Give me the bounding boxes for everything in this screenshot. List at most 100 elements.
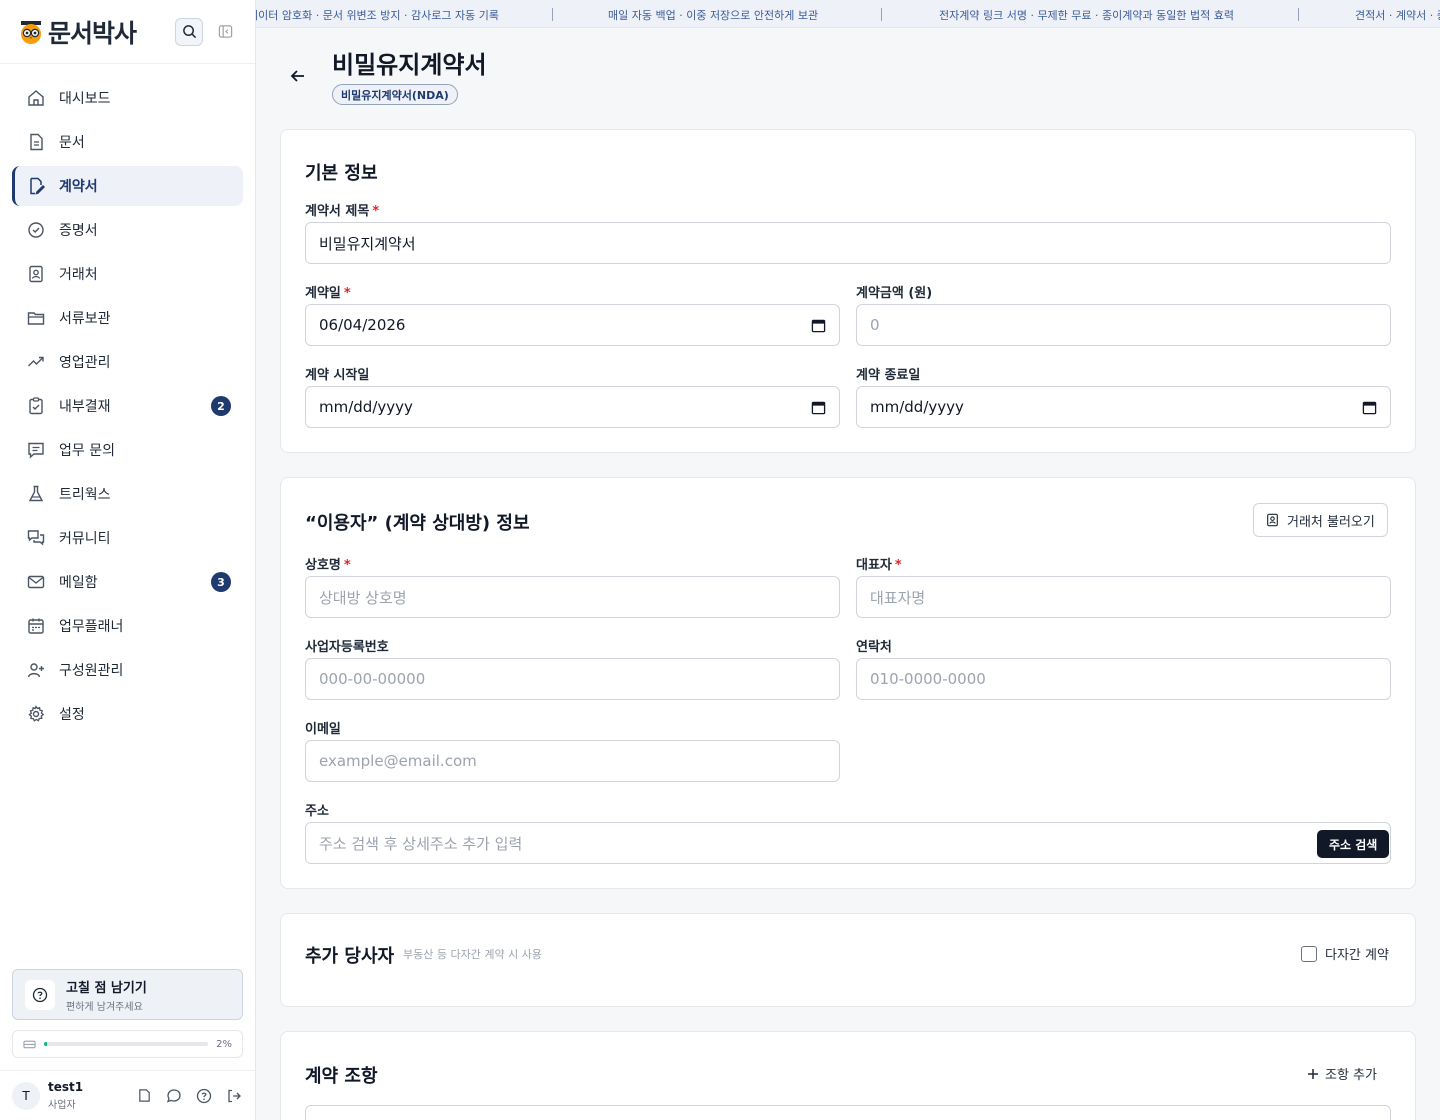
calendar-icon	[26, 616, 46, 636]
company-label: 상호명 *	[305, 558, 351, 573]
ticker-item: 견적서 · 계약서 · 증명서	[1355, 9, 1440, 22]
brand-name[interactable]: 문서박사	[48, 14, 137, 50]
address-search-button[interactable]: 주소 검색	[1317, 830, 1390, 858]
section-title: “이용자” (계약 상대방) 정보	[305, 513, 530, 534]
contact-book-icon	[1267, 513, 1278, 527]
search-button[interactable]	[175, 17, 203, 46]
sidebar-item-11[interactable]: 메일함 3	[12, 562, 243, 602]
contract-title-label: 계약서 제목 *	[305, 204, 380, 219]
sidebar-item-label: 문서	[59, 135, 85, 151]
help-icon[interactable]	[194, 1086, 214, 1106]
required-marker: *	[894, 558, 902, 573]
extra-parties-card: 추가 당사자 부동산 등 다자간 계약 시 사용 다자간 계약	[280, 913, 1416, 1007]
back-arrow-icon[interactable]	[286, 64, 310, 88]
section-title: 계약 조항	[305, 1066, 378, 1087]
sidebar-item-13[interactable]: 구성원관리	[12, 650, 243, 690]
folder-icon	[26, 308, 46, 328]
calendar-icon[interactable]	[811, 318, 826, 333]
ticker-divider	[881, 8, 882, 21]
basic-info-card: 기본 정보 계약서 제목 * 비밀유지계약서 계약일 * 06/04/2026 계약…	[280, 129, 1416, 453]
phone-label: 연락처	[856, 640, 892, 655]
logout-icon[interactable]	[224, 1086, 244, 1106]
section-title: 기본 정보	[305, 163, 378, 184]
multi-party-checkbox[interactable]	[1301, 945, 1317, 962]
calendar-icon[interactable]	[1362, 400, 1377, 415]
sidebar-item-0[interactable]: 대시보드	[12, 78, 243, 118]
ticker-item: 전자계약 링크 서명 · 무제한 무료 · 종이계약과 동일한 법적 효력	[939, 9, 1234, 22]
amount-label: 계약금액 (원)	[856, 286, 933, 301]
sidebar-item-label: 설정	[59, 707, 85, 723]
user-plus-icon	[26, 660, 46, 680]
mail-icon	[26, 572, 46, 592]
company-input[interactable]: 상대방 상호명	[305, 576, 840, 618]
contract-title-input[interactable]: 비밀유지계약서	[305, 222, 1391, 264]
sidebar-item-label: 대시보드	[59, 91, 111, 107]
required-marker: *	[343, 286, 351, 301]
multi-party-toggle[interactable]: 다자간 계약	[1301, 944, 1389, 963]
sidebar-item-label: 거래처	[59, 267, 98, 283]
notes-icon[interactable]	[134, 1086, 154, 1106]
sidebar-item-9[interactable]: 트리웍스	[12, 474, 243, 514]
contract-date-input[interactable]: 06/04/2026	[305, 304, 840, 346]
start-date-input[interactable]: mm/dd/yyyy	[305, 386, 840, 428]
calendar-icon[interactable]	[811, 400, 826, 415]
sidebar-item-8[interactable]: 업무 문의	[12, 430, 243, 470]
sidebar-item-label: 영업관리	[59, 355, 111, 371]
owl-logo-icon	[16, 17, 46, 47]
avatar[interactable]: T	[12, 1081, 40, 1110]
announcement-ticker: 데이터 암호화 · 문서 위변조 방지 · 감사로그 자동 기록 매일 자동 백…	[256, 0, 1440, 28]
business-number-label: 사업자등록번호	[305, 640, 389, 655]
ceo-input[interactable]: 대표자명	[856, 576, 1391, 618]
counterparty-card: “이용자” (계약 상대방) 정보 거래처 불러오기 상호명 * 상대방 상호명 …	[280, 477, 1416, 889]
help-circle-icon	[25, 979, 55, 1010]
user-footer: T test1 사업자	[0, 1070, 256, 1120]
chat-bubbles-icon	[26, 528, 46, 548]
trend-up-icon	[26, 352, 46, 372]
feedback-subtitle: 편하게 남겨주세요	[66, 1001, 143, 1013]
sidebar-item-3[interactable]: 증명서	[12, 210, 243, 250]
phone-input[interactable]: 010-0000-0000	[856, 658, 1391, 700]
email-input[interactable]: example@email.com	[305, 740, 840, 782]
ticker-item: 데이터 암호화 · 문서 위변조 방지 · 감사로그 자동 기록	[256, 9, 499, 22]
sidebar-item-7[interactable]: 내부결재 2	[12, 386, 243, 426]
storage-percent: 2%	[216, 1038, 232, 1050]
required-marker: *	[372, 204, 380, 219]
sidebar-item-label: 트리웍스	[59, 487, 111, 503]
end-date-value: mm/dd/yyyy	[870, 398, 964, 416]
document-icon	[26, 132, 46, 152]
user-name: test1	[48, 1080, 84, 1094]
ticker-item: 매일 자동 백업 · 이중 저장으로 안전하게 보관	[608, 9, 819, 22]
plus-icon	[1308, 1068, 1318, 1079]
sidebar-item-label: 메일함	[59, 575, 98, 591]
storage-usage: 2%	[12, 1030, 243, 1058]
sidebar-item-10[interactable]: 커뮤니티	[12, 518, 243, 558]
extra-parties-hint: 부동산 등 다자간 계약 시 사용	[403, 948, 542, 961]
user-role: 사업자	[48, 1100, 76, 1111]
sidebar-item-14[interactable]: 설정	[12, 694, 243, 734]
sidebar-nav: 대시보드문서계약서 증명서거래처서류보관영업관리내부결재 2 업무 문의트리웍스커뮤니…	[0, 64, 255, 734]
load-client-label: 거래처 불러오기	[1287, 514, 1375, 530]
sidebar-item-4[interactable]: 거래처	[12, 254, 243, 294]
load-client-button[interactable]: 거래처 불러오기	[1253, 503, 1388, 537]
chat-icon[interactable]	[164, 1086, 184, 1106]
search-icon	[182, 25, 196, 39]
clause-editor[interactable]	[305, 1105, 1391, 1120]
ceo-label: 대표자 *	[856, 558, 902, 573]
sidebar-item-1[interactable]: 문서	[12, 122, 243, 162]
add-clause-button[interactable]: 조항 추가	[1307, 1064, 1377, 1083]
sidebar-item-6[interactable]: 영업관리	[12, 342, 243, 382]
contract-date-label: 계약일 *	[305, 286, 351, 301]
sidebar-item-2[interactable]: 계약서	[12, 166, 243, 206]
feedback-button[interactable]: 고칠 점 남기기 편하게 남겨주세요	[12, 969, 243, 1020]
business-number-input[interactable]: 000-00-00000	[305, 658, 840, 700]
collapse-sidebar-button[interactable]	[211, 18, 239, 46]
address-input[interactable]: 주소 검색 후 상세주소 추가 입력	[305, 822, 1391, 864]
sidebar-item-12[interactable]: 업무플래너	[12, 606, 243, 646]
amount-input[interactable]: 0	[856, 304, 1391, 346]
page-title: 비밀유지계약서	[332, 51, 487, 79]
sidebar-item-5[interactable]: 서류보관	[12, 298, 243, 338]
home-icon	[26, 88, 46, 108]
sidebar-item-label: 내부결재	[59, 399, 111, 415]
end-date-input[interactable]: mm/dd/yyyy	[856, 386, 1391, 428]
storage-progress-fill	[44, 1042, 48, 1046]
